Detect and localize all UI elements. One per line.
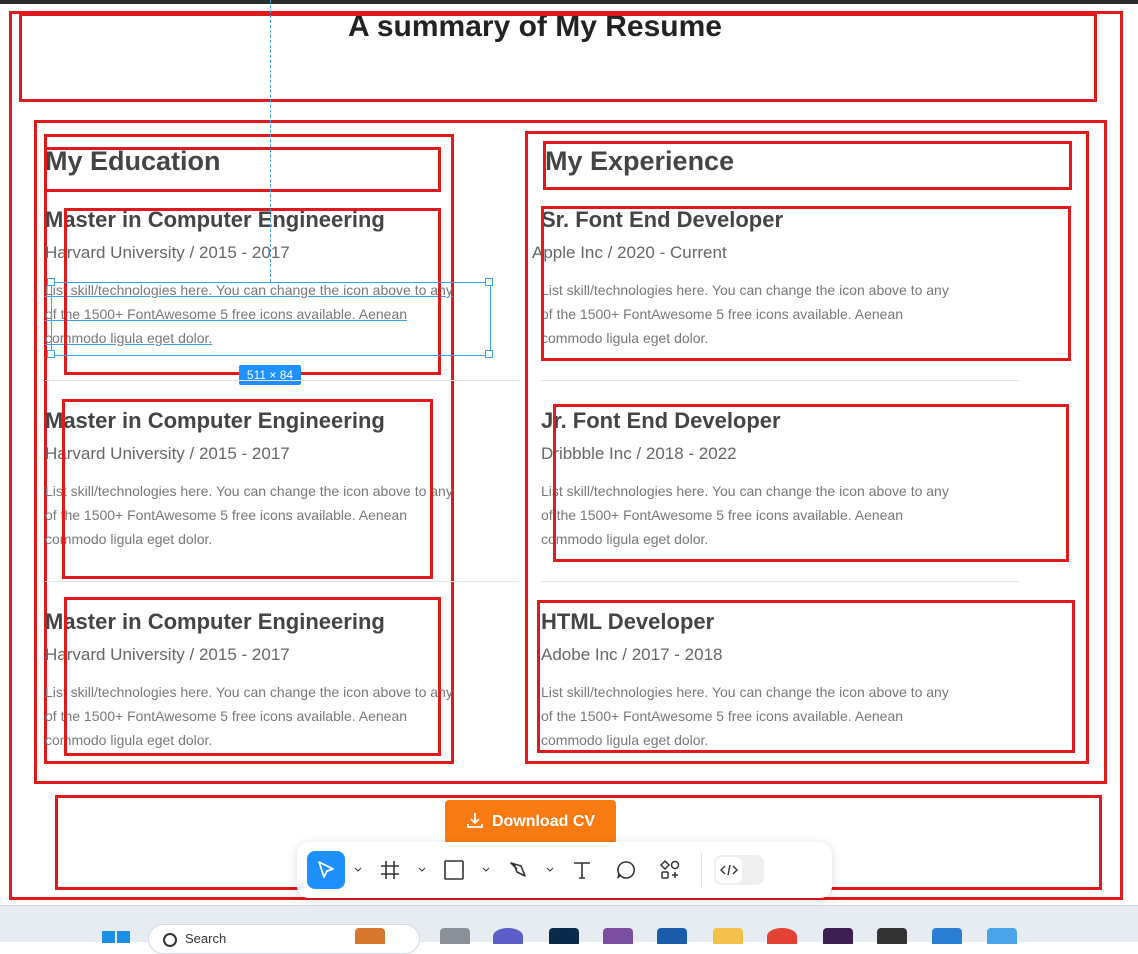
comment-tool[interactable] — [607, 851, 645, 889]
search-icon — [163, 933, 177, 947]
resize-handle[interactable] — [485, 278, 493, 286]
resize-handle[interactable] — [485, 350, 493, 358]
annotation-exp-entry-1 — [541, 206, 1071, 361]
annotation-experience-heading — [543, 141, 1072, 190]
annotation-header — [19, 13, 1097, 102]
annotation-edu-entry-3 — [64, 597, 441, 756]
chevron-down-icon[interactable] — [351, 851, 365, 889]
search-placeholder: Search — [185, 931, 227, 946]
entry-divider — [45, 380, 520, 381]
window-top-border — [0, 0, 1138, 4]
move-tool[interactable] — [307, 851, 345, 889]
taskbar-app-icon[interactable] — [603, 928, 633, 944]
toolbar-divider — [701, 853, 702, 887]
os-taskbar: Search — [0, 905, 1138, 954]
taskbar-app-icon[interactable] — [493, 928, 523, 944]
taskbar-app-icon[interactable] — [355, 928, 385, 944]
chevron-down-icon[interactable] — [415, 851, 429, 889]
resize-handle[interactable] — [47, 350, 55, 358]
annotation-edu-entry-2 — [62, 399, 433, 579]
taskbar-app-icon[interactable] — [657, 928, 687, 944]
taskbar-app-icon[interactable] — [823, 928, 853, 944]
selection-box[interactable] — [51, 282, 491, 356]
annotation-education-heading — [44, 147, 441, 192]
taskbar-app-icon[interactable] — [440, 928, 470, 944]
windows-start-icon[interactable] — [102, 930, 130, 943]
resize-handle[interactable] — [47, 278, 55, 286]
chevron-down-icon[interactable] — [479, 851, 493, 889]
notepad-icon[interactable] — [987, 928, 1017, 944]
photoshop-icon[interactable] — [549, 928, 579, 944]
entry-divider — [541, 581, 1019, 582]
components-tool[interactable] — [651, 851, 689, 889]
entry-divider — [541, 380, 1019, 381]
download-cv-button[interactable]: Download CV — [445, 800, 616, 844]
annotation-exp-entry-2 — [553, 404, 1069, 562]
code-icon — [716, 857, 742, 883]
shape-tool[interactable] — [435, 851, 473, 889]
chevron-down-icon[interactable] — [543, 851, 557, 889]
frame-tool[interactable] — [371, 851, 409, 889]
annotation-exp-entry-3 — [537, 600, 1075, 753]
dev-mode-toggle[interactable] — [714, 855, 764, 885]
guide-line — [270, 0, 271, 282]
download-icon — [466, 811, 484, 834]
folder-icon[interactable] — [713, 928, 743, 944]
pen-tool[interactable] — [499, 851, 537, 889]
text-tool[interactable] — [563, 851, 601, 889]
download-cv-label: Download CV — [491, 813, 596, 830]
vscode-icon[interactable] — [932, 928, 962, 944]
entry-divider — [45, 581, 520, 582]
terminal-icon[interactable] — [877, 928, 907, 944]
selection-size-badge: 511 × 84 — [239, 365, 301, 385]
chrome-icon[interactable] — [767, 928, 797, 944]
design-toolbar — [297, 842, 832, 898]
